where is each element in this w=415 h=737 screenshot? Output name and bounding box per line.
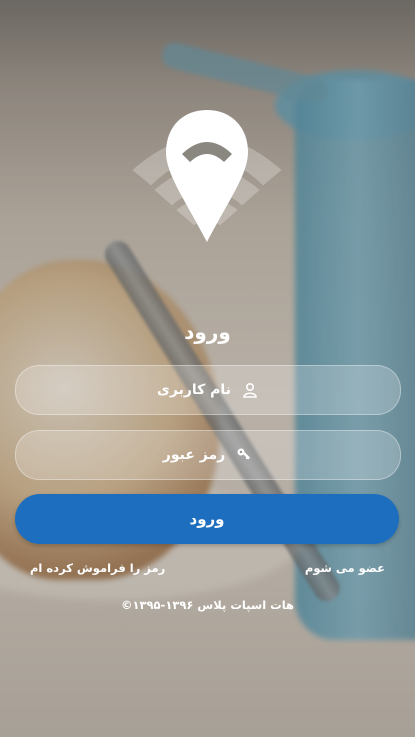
user-icon [241,381,259,399]
copyright-text: ©۱۳۹۵-۱۳۹۶ هات اسپات پلاس [120,598,295,612]
register-link[interactable]: عضو می شوم [305,561,385,575]
login-button[interactable]: ورود [15,494,399,544]
location-pin-wifi-icon [132,108,282,248]
username-field[interactable]: نام کاربری [15,365,401,415]
username-placeholder: نام کاربری [157,382,231,398]
forgot-password-link[interactable]: رمز را فراموش کرده ام [30,561,165,575]
password-field[interactable]: رمز عبور [15,430,401,480]
password-placeholder: رمز عبور [162,447,226,463]
key-icon [235,446,253,464]
page-title: ورود [184,320,231,344]
